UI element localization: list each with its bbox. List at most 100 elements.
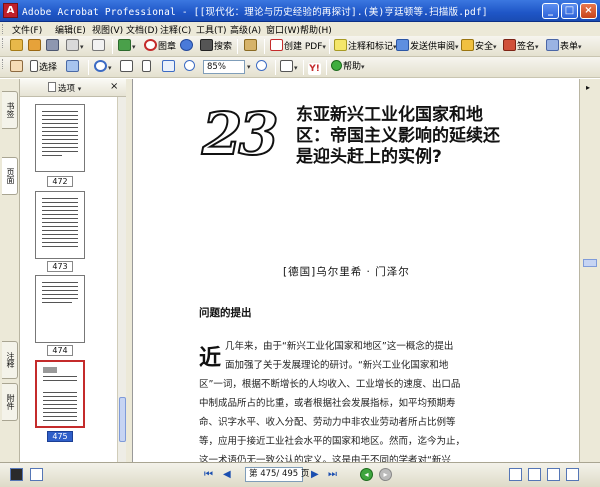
title-bar: A Adobe Acrobat Professional - [[现代化：理论与… <box>0 0 600 22</box>
toolbar-file: ▾ ▾ 图章 搜索 创建 PDF▾ 注释和标记▾ 发送供审阅▾ 安全▾ 签名▾ … <box>0 36 600 57</box>
continuous-facing-layout-icon[interactable] <box>566 468 579 481</box>
panel-close-button[interactable]: × <box>110 81 118 92</box>
save-icon[interactable] <box>46 39 60 54</box>
thumbnail-label: 473 <box>47 261 73 272</box>
previous-view-icon[interactable]: ◂ <box>360 468 373 481</box>
menu-window[interactable]: 窗口(W) <box>266 23 300 36</box>
secure-button[interactable]: 安全▾ <box>461 39 497 54</box>
document-icon[interactable] <box>30 468 43 481</box>
next-page-icon[interactable]: ▶ <box>311 468 319 482</box>
maximize-button[interactable]: □ <box>561 3 578 19</box>
body-line: 几年来，由于“新兴工业化国家和地区”这一概念的提出 <box>225 341 454 352</box>
page-thumbnail[interactable] <box>35 104 85 172</box>
zoom-out-icon[interactable] <box>184 60 196 75</box>
toolbar-grip <box>2 38 5 48</box>
tab-comments[interactable]: 注释 <box>2 341 18 379</box>
scroll-right-arrow-icon[interactable]: ▸ <box>586 83 590 92</box>
body-line: 这一术语仍无一致公认的定义。这是由于不同的学者对“新兴 <box>199 455 451 462</box>
scrollbar-thumb[interactable] <box>583 259 597 267</box>
search-label: 搜索 <box>214 42 233 52</box>
zoom-level-field[interactable]: 85% <box>203 60 245 74</box>
chapter-title: 东亚新兴工业化国家和地区：帝国主义影响的延续还是迎头赶上的实例? <box>296 105 500 167</box>
snapshot-icon[interactable] <box>66 60 80 75</box>
open-folder-icon[interactable] <box>10 39 24 54</box>
thumbnail-label: 474 <box>47 345 73 356</box>
status-bar: ⏮ ◀ 第 475/ 495 页 ▶ ⏭ ◂ ▸ <box>0 462 600 487</box>
acrobat-icon: A <box>3 3 18 18</box>
help-button[interactable]: 帮助▾ <box>331 60 365 75</box>
sign-button[interactable]: 签名▾ <box>503 39 539 54</box>
pages-panel-header: 选项 ▾ × <box>20 79 126 97</box>
previous-page-icon[interactable]: ◀ <box>223 468 231 482</box>
email-icon[interactable] <box>92 39 106 54</box>
search-button[interactable]: 搜索 <box>200 39 232 54</box>
comment-markup-button[interactable]: 注释和标记▾ <box>334 39 397 54</box>
secure-label: 安全 <box>475 42 494 52</box>
stamp-label: 图章 <box>158 42 177 52</box>
menu-file[interactable]: 文件(F) <box>12 23 42 36</box>
body-line: 中制成品所占的比重，或者根据社会发展指标，如平均预期寿 <box>199 398 456 409</box>
panel-toggle-icon[interactable] <box>10 468 23 481</box>
menu-view[interactable]: 视图(V) <box>92 23 123 36</box>
panel-splitter[interactable] <box>126 79 133 462</box>
send-review-label: 发送供审阅 <box>410 42 456 52</box>
minimize-button[interactable]: _ <box>542 3 559 19</box>
organizer-icon[interactable] <box>28 39 42 54</box>
menu-edit[interactable]: 编辑(E) <box>55 23 86 36</box>
send-review-button[interactable]: 发送供审阅▾ <box>396 39 459 54</box>
forms-button[interactable]: 表单▾ <box>546 39 582 54</box>
organizer-button[interactable] <box>244 39 258 54</box>
toolbar-navigation: 选择 ▾ 85% ▾ ▾ Y! 帮助▾ <box>0 57 600 78</box>
document-view[interactable]: 23 东亚新兴工业化国家和地区：帝国主义影响的延续还是迎头赶上的实例? [德国]… <box>133 79 579 462</box>
page-number-field[interactable]: 第 475/ 495 页 <box>245 467 309 482</box>
document-scrollbar[interactable]: ▸ <box>579 79 600 462</box>
drop-cap: 近 <box>199 346 222 371</box>
close-button[interactable]: × <box>580 3 597 19</box>
last-page-icon[interactable]: ⏭ <box>328 468 337 482</box>
body-line: 等，应用于接近工业社会水平的国家和地区。然而，迄今为止， <box>199 436 466 447</box>
scrollbar-thumb[interactable] <box>119 397 126 442</box>
tab-attachments[interactable]: 附件 <box>2 383 18 421</box>
next-view-icon[interactable]: ▸ <box>379 468 392 481</box>
page-thumbnail[interactable] <box>35 275 85 343</box>
menu-document[interactable]: 文档(D) <box>126 23 158 36</box>
hand-tool-icon[interactable] <box>10 60 24 75</box>
pencil-icon[interactable]: ▾ <box>118 39 136 54</box>
rotate-view-icon[interactable]: ▾ <box>280 60 298 75</box>
single-page-layout-icon[interactable] <box>509 468 522 481</box>
create-pdf-button[interactable]: 创建 PDF▾ <box>270 39 326 54</box>
fit-width-icon[interactable] <box>162 60 176 75</box>
print-icon[interactable]: ▾ <box>66 39 84 54</box>
menu-tools[interactable]: 工具(T) <box>196 23 227 36</box>
first-page-icon[interactable]: ⏮ <box>204 468 213 482</box>
globe-icon[interactable] <box>180 39 194 54</box>
zoom-icon[interactable]: ▾ <box>94 60 112 75</box>
menu-comments[interactable]: 注释(C) <box>160 23 191 36</box>
continuous-layout-icon[interactable] <box>528 468 541 481</box>
stamp-button[interactable]: 图章 <box>144 39 176 54</box>
actual-size-icon[interactable] <box>120 60 134 75</box>
select-tool-button[interactable]: 选择 <box>30 60 57 75</box>
select-tool-label: 选择 <box>39 63 58 73</box>
facing-layout-icon[interactable] <box>547 468 560 481</box>
options-menu[interactable]: 选项 ▾ <box>58 82 81 94</box>
zoom-in-icon[interactable] <box>256 60 268 75</box>
body-line: 面加强了关于发展理论的研讨。“新兴工业化国家和地 <box>225 360 449 371</box>
menu-help[interactable]: 帮助(H) <box>300 23 332 36</box>
menu-grip <box>2 24 5 34</box>
forms-label: 表单 <box>560 42 579 52</box>
author-line: [德国]乌尔里希 · 门泽尔 <box>283 266 410 278</box>
fit-page-icon[interactable] <box>142 60 152 75</box>
tab-bookmarks[interactable]: 书签 <box>2 91 18 129</box>
menu-advanced[interactable]: 高级(A) <box>230 23 261 36</box>
page-options-icon[interactable] <box>48 82 56 92</box>
navigation-tabs: 书签 页面 注释 附件 <box>0 79 20 462</box>
sign-label: 签名 <box>517 42 536 52</box>
yahoo-icon[interactable]: Y! <box>308 60 322 75</box>
page-thumbnail-selected[interactable] <box>35 360 85 428</box>
help-label: 帮助 <box>343 62 362 72</box>
zoom-dropdown-icon[interactable]: ▾ <box>247 60 251 75</box>
pages-panel-scrollbar[interactable] <box>117 97 126 462</box>
tab-pages[interactable]: 页面 <box>2 157 18 195</box>
page-thumbnail[interactable] <box>35 191 85 259</box>
